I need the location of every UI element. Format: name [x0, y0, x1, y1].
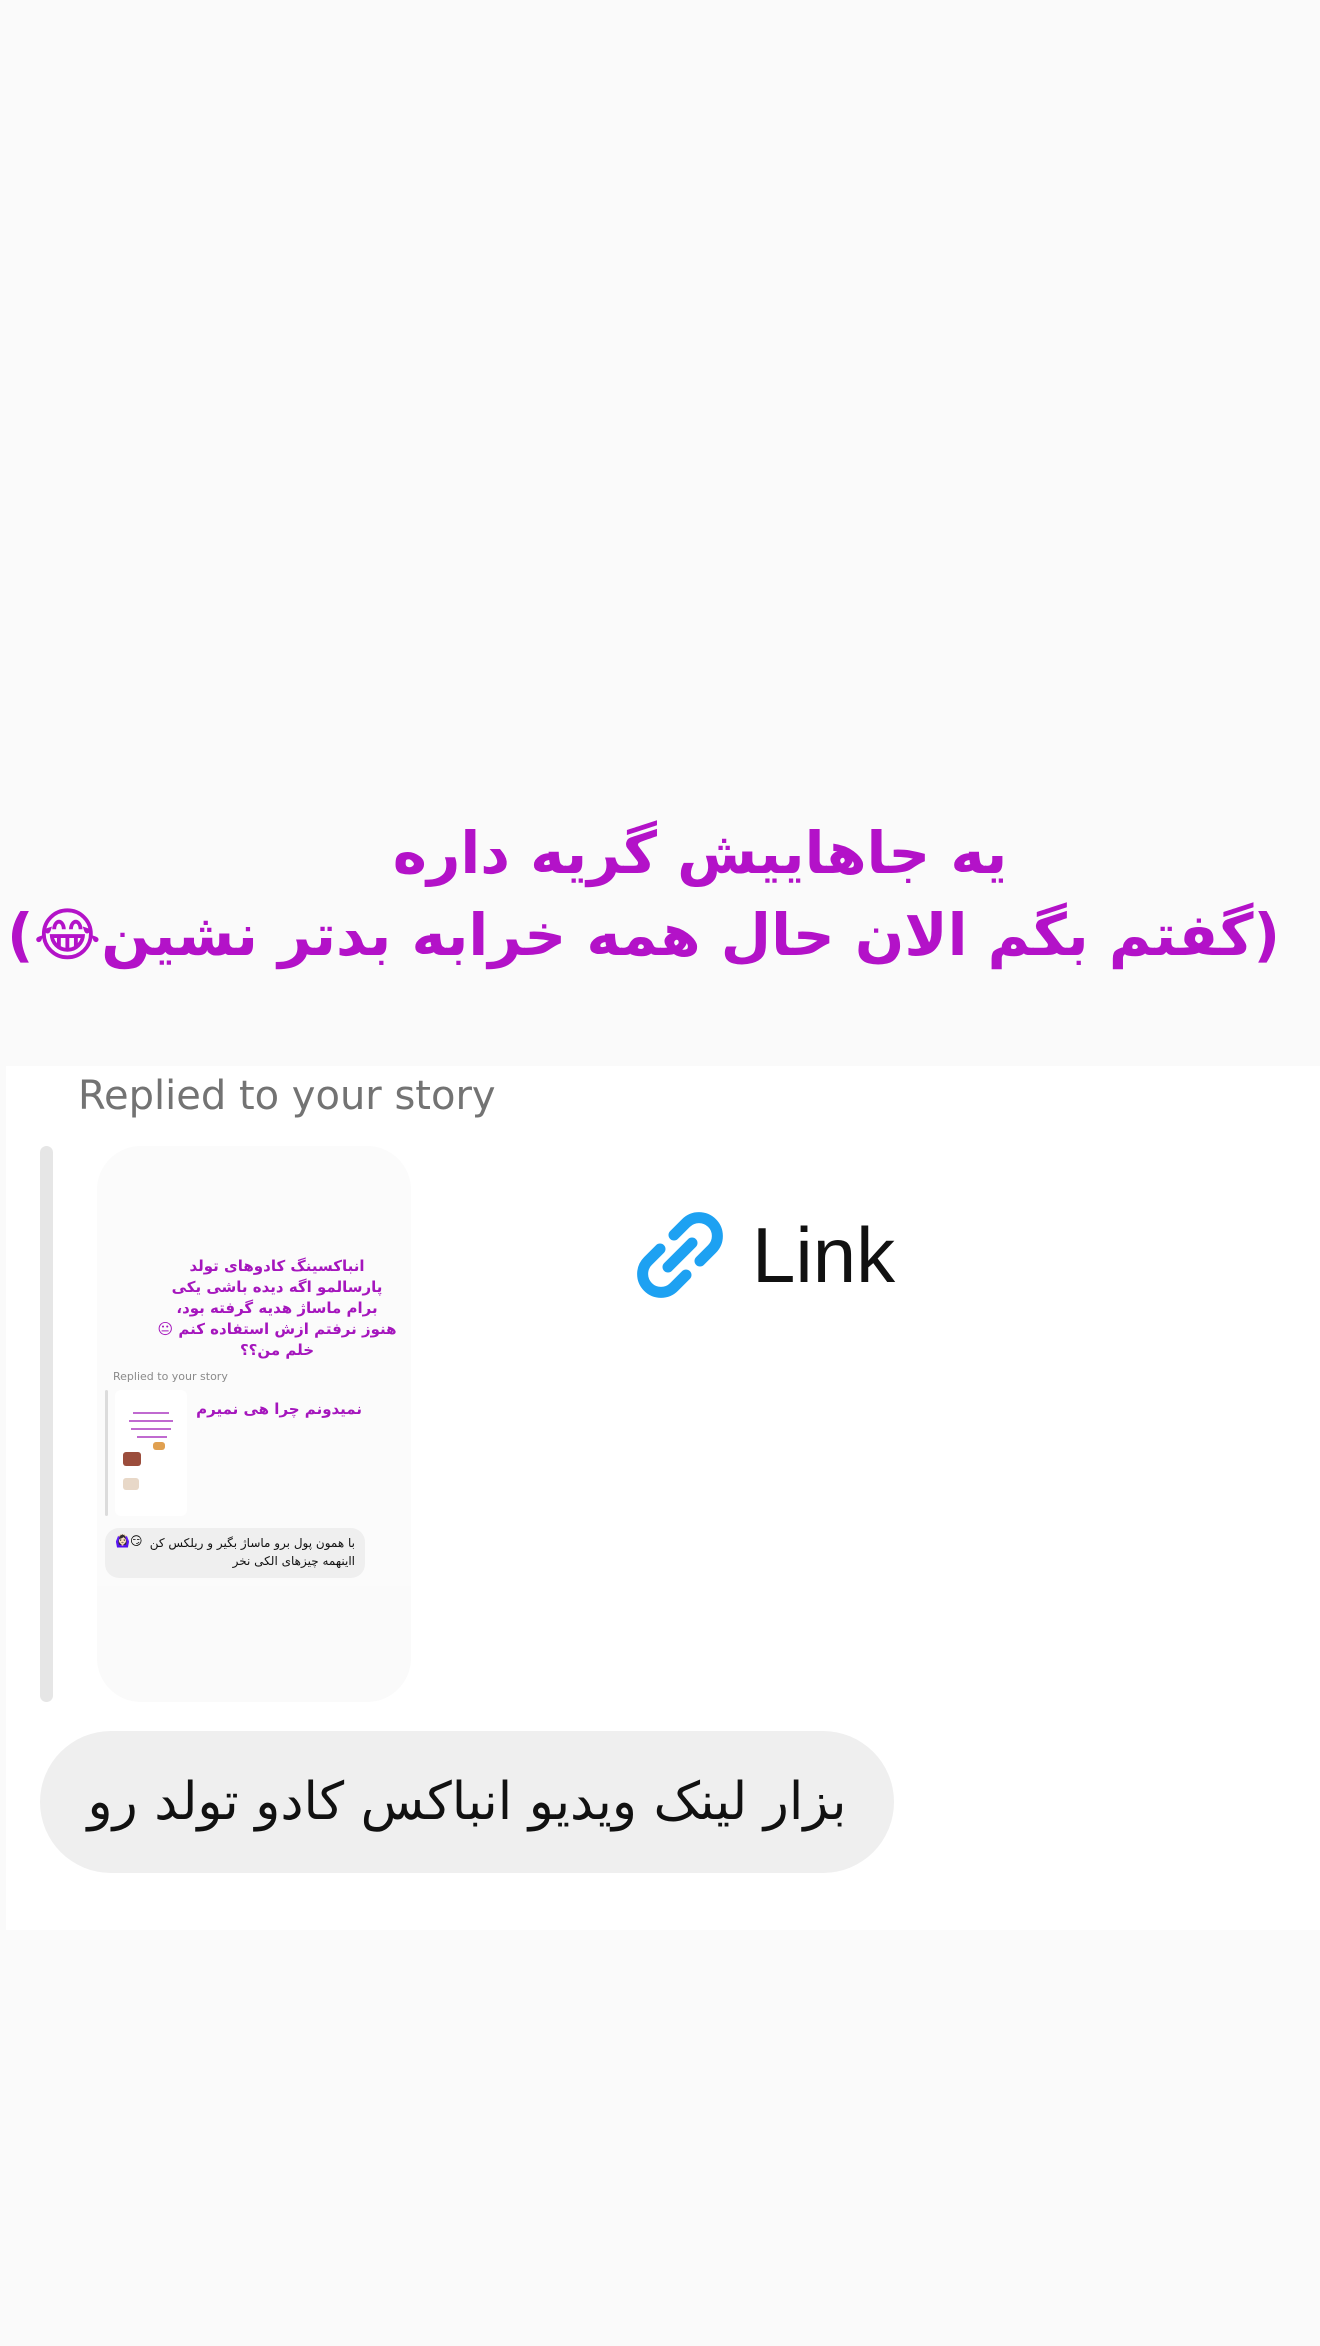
- story-thumbnail-image: انباکسینگ کادوهای تولد پارسالمو اگه دیده…: [97, 1146, 411, 1586]
- link-label[interactable]: Link: [752, 1210, 895, 1301]
- story-caption-line-1: یه جاهاییش گریه داره: [392, 819, 1008, 887]
- thumbnail-quoted-text: نمیدونم چرا هی نمیرم: [196, 1400, 362, 1418]
- message-text: بزار لینک ویدیو انباکس کادو تولد رو: [87, 1772, 847, 1832]
- thumbnail-quote-bar: [105, 1390, 108, 1516]
- thumbnail-replied-label: Replied to your story: [113, 1370, 228, 1383]
- story-caption: یه جاهاییش گریه داره (گفتم بگم الان حال …: [6, 812, 1280, 976]
- thumbnail-reply-emoji: 🙆🏻‍♀️😏: [115, 1534, 143, 1548]
- link-preview[interactable]: Link: [630, 1205, 895, 1305]
- story-thumbnail[interactable]: انباکسینگ کادوهای تولد پارسالمو اگه دیده…: [97, 1146, 411, 1702]
- thumbnail-reply-bubble: با همون پول برو ماساژ بگیر و ریلکس کن اا…: [105, 1528, 365, 1578]
- thumbnail-reply-text: با همون پول برو ماساژ بگیر و ریلکس کن اا…: [149, 1536, 355, 1568]
- replied-to-story-label: Replied to your story: [78, 1073, 496, 1119]
- quote-bar: [40, 1146, 53, 1702]
- message-bubble[interactable]: بزار لینک ویدیو انباکس کادو تولد رو: [40, 1731, 894, 1873]
- link-icon: [637, 1212, 723, 1298]
- thumbnail-nested-story: [115, 1390, 187, 1516]
- thumbnail-story-text: انباکسینگ کادوهای تولد پارسالمو اگه دیده…: [157, 1257, 397, 1359]
- story-caption-line-2: (گفتم بگم الان حال همه خرابه بدتر نشین😂): [6, 901, 1280, 969]
